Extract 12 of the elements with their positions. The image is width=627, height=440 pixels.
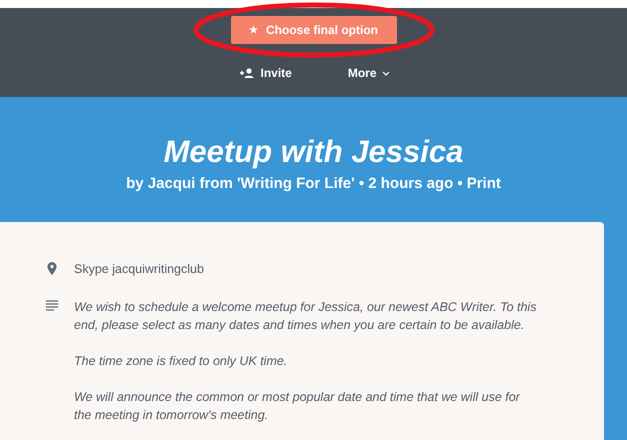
description-paragraph: We wish to schedule a welcome meetup for Jessica, our newest ABC Writer. To this end, please select as many dates and times when you are certain to be available. xyxy=(74,299,537,334)
poll-title: Meetup with Jessica xyxy=(164,133,464,171)
chevron-icon xyxy=(382,70,390,76)
more-button[interactable]: More xyxy=(348,66,390,80)
description-icon xyxy=(46,300,58,311)
description-paragraph: We will announce the common or most popular date and time that we will use for the meeting in tomorrow's meeting. xyxy=(74,389,522,424)
description-paragraph: The time zone is fixed to only UK time. xyxy=(74,353,288,370)
byline: by Jacqui from 'Writing For Life' • 2 hours ago • xyxy=(126,175,463,192)
location-text: Skype jacquiwritingclub xyxy=(74,261,204,278)
location-pin-icon xyxy=(46,262,58,276)
invite-button[interactable]: Invite xyxy=(240,66,292,80)
add-person-icon xyxy=(240,68,256,78)
